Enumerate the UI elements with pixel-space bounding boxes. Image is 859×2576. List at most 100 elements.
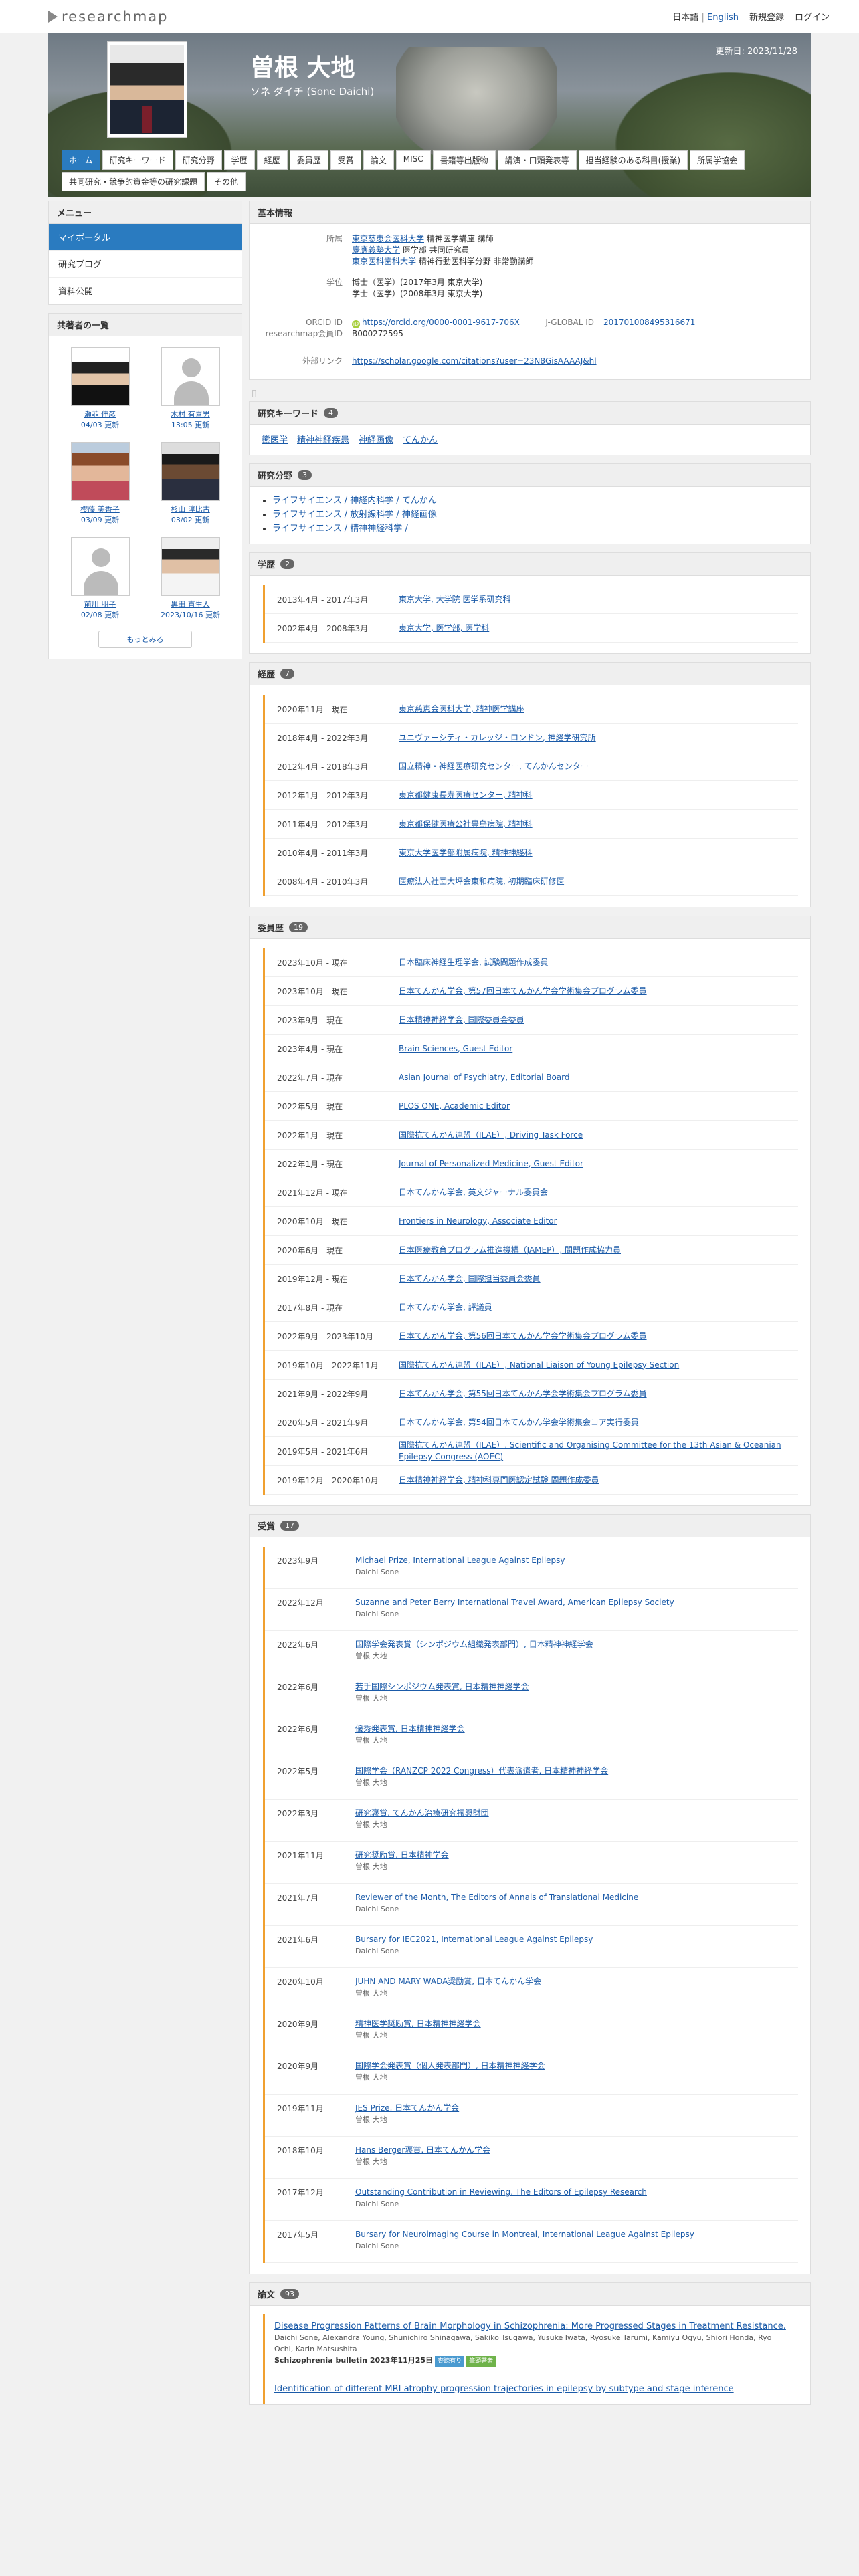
affiliation-org-link[interactable]: 東京医科歯科大学	[352, 257, 416, 266]
coauthor-name[interactable]: 前川 朋子	[61, 599, 139, 609]
coauthor-name[interactable]: 木村 有喜男	[151, 409, 229, 419]
tab-14[interactable]: その他	[207, 172, 246, 191]
coauthor-card[interactable]: 杉山 淳比古 03/02 更新	[151, 442, 229, 525]
paper-title-link[interactable]: Disease Progression Patterns of Brain Mo…	[274, 2321, 789, 2332]
field-link[interactable]: ライフサイエンス / 精神神経科学 /	[272, 524, 408, 534]
coauthor-name[interactable]: 瀬韮 伸彦	[61, 409, 139, 419]
affiliation-org-link[interactable]: 慶應義塾大学	[352, 245, 400, 255]
lang-ja-link[interactable]: 日本語	[672, 13, 698, 23]
field-link[interactable]: ライフサイエンス / 放射線科学 / 神経画像	[272, 510, 437, 520]
tab-12[interactable]: 所属学協会	[690, 150, 745, 170]
affiliation-org-link[interactable]: 東京慈恵会医科大学	[352, 234, 424, 243]
awards-link[interactable]: Bursary for IEC2021, International Leagu…	[355, 1934, 791, 1945]
keyword-link[interactable]: 神経画像	[359, 433, 393, 445]
committee-link[interactable]: 日本てんかん学会, 英文ジャーナル委員会	[399, 1187, 791, 1198]
tab-0[interactable]: ホーム	[62, 150, 100, 170]
login-link[interactable]: ログイン	[795, 10, 830, 23]
coauthor-avatar[interactable]	[161, 347, 220, 406]
keyword-link[interactable]: 熊医学	[262, 433, 288, 445]
tab-2[interactable]: 研究分野	[175, 150, 222, 170]
committee-link[interactable]: 日本精神神経学会, 国際委員会委員	[399, 1014, 791, 1026]
coauthor-card[interactable]: 木村 有喜男 13:05 更新	[151, 347, 229, 430]
awards-link[interactable]: JES Prize, 日本てんかん学会	[355, 2103, 791, 2114]
coauthor-avatar[interactable]	[70, 537, 130, 596]
coauthor-avatar[interactable]	[70, 442, 130, 501]
coauthor-name[interactable]: 黒田 直生人	[151, 599, 229, 609]
career-link[interactable]: 東京都健康長寿医療センター, 精神科	[399, 790, 791, 801]
awards-link[interactable]: 国際学会（RANZCP 2022 Congress）代表派遣者, 日本精神神経学…	[355, 1765, 791, 1777]
menu-item-2[interactable]: 資料公開	[49, 278, 242, 304]
field-link[interactable]: ライフサイエンス / 神経内科学 / てんかん	[272, 496, 437, 506]
tab-10[interactable]: 講演・口頭発表等	[497, 150, 577, 170]
committee-link[interactable]: 国際抗てんかん連盟（ILAE）, Driving Task Force	[399, 1130, 791, 1141]
logo[interactable]: researchmap	[48, 9, 169, 25]
lang-en-link[interactable]: English	[707, 13, 739, 23]
external-link[interactable]: https://scholar.google.com/citations?use…	[352, 356, 597, 366]
awards-link[interactable]: JUHN AND MARY WADA奨励賞, 日本てんかん学会	[355, 1976, 791, 1988]
awards-link[interactable]: 研究褒賞, てんかん治療研究振興財団	[355, 1808, 791, 1819]
tab-3[interactable]: 学歴	[223, 150, 255, 170]
menu-item-1[interactable]: 研究ブログ	[49, 251, 242, 278]
tab-1[interactable]: 研究キーワード	[102, 150, 173, 170]
education-link[interactable]: 東京大学, 医学部, 医学科	[399, 623, 791, 634]
awards-link[interactable]: 国際学会発表賞（シンポジウム組織発表部門）, 日本精神神経学会	[355, 1639, 791, 1650]
committee-link[interactable]: 日本てんかん学会, 第56回日本てんかん学会学術集会プログラム委員	[399, 1331, 791, 1342]
awards-link[interactable]: 国際学会発表賞（個人発表部門）, 日本精神神経学会	[355, 2060, 791, 2072]
tab-7[interactable]: 論文	[363, 150, 394, 170]
awards-link[interactable]: Outstanding Contribution in Reviewing, T…	[355, 2187, 791, 2198]
awards-link[interactable]: 若手国際シンポジウム発表賞, 日本精神神経学会	[355, 1681, 791, 1693]
awards-link[interactable]: Michael Prize, International League Agai…	[355, 1555, 791, 1566]
awards-link[interactable]: 研究奨励賞, 日本精神学会	[355, 1850, 791, 1861]
tab-13[interactable]: 共同研究・競争的資金等の研究課題	[62, 172, 205, 191]
committee-link[interactable]: Journal of Personalized Medicine, Guest …	[399, 1158, 791, 1170]
awards-link[interactable]: Bursary for Neuroimaging Course in Montr…	[355, 2229, 791, 2240]
committee-link[interactable]: 日本医療教育プログラム推進機構（JAMEP）, 問題作成協力員	[399, 1245, 791, 1256]
committee-link[interactable]: 国際抗てんかん連盟（ILAE）, Scientific and Organisi…	[399, 1440, 791, 1463]
committee-link[interactable]: 日本てんかん学会, 国際担当委員会委員	[399, 1273, 791, 1285]
committee-link[interactable]: Frontiers in Neurology, Associate Editor	[399, 1216, 791, 1227]
committee-link[interactable]: PLOS ONE, Academic Editor	[399, 1101, 791, 1112]
tab-9[interactable]: 書籍等出版物	[432, 150, 496, 170]
tab-4[interactable]: 経歴	[256, 150, 288, 170]
coauthor-name[interactable]: 杉山 淳比古	[151, 504, 229, 514]
awards-link[interactable]: Reviewer of the Month, The Editors of An…	[355, 1892, 791, 1903]
coauthor-card[interactable]: 黒田 直生人 2023/10/16 更新	[151, 537, 229, 620]
coauthor-card[interactable]: 瀬韮 伸彦 04/03 更新	[61, 347, 139, 430]
committee-link[interactable]: 日本てんかん学会, 第57回日本てんかん学会学術集会プログラム委員	[399, 986, 791, 997]
coauthor-avatar[interactable]	[161, 537, 220, 596]
committee-link[interactable]: Asian Journal of Psychiatry, Editorial B…	[399, 1072, 791, 1083]
awards-link[interactable]: Suzanne and Peter Berry International Tr…	[355, 1597, 791, 1608]
keyword-link[interactable]: 精神神経疾患	[297, 433, 349, 445]
committee-link[interactable]: 日本てんかん学会, 第54回日本てんかん学会学術集会コア実行委員	[399, 1417, 791, 1428]
career-link[interactable]: 国立精神・神経医療研究センター, てんかんセンター	[399, 761, 791, 772]
career-link[interactable]: 東京慈恵会医科大学, 精神医学講座	[399, 704, 791, 715]
committee-link[interactable]: 国際抗てんかん連盟（ILAE）, National Liaison of You…	[399, 1360, 791, 1371]
career-link[interactable]: 医療法人社団大坪会東和病院, 初期臨床研修医	[399, 876, 791, 887]
keyword-link[interactable]: てんかん	[403, 433, 438, 445]
awards-link[interactable]: 精神医学奨励賞, 日本精神神経学会	[355, 2018, 791, 2030]
jglobal-link[interactable]: 201701008495316671	[603, 318, 695, 327]
orcid-link[interactable]: https://orcid.org/0000-0001-9617-706X	[362, 318, 520, 327]
tab-8[interactable]: MISC	[395, 150, 431, 170]
committee-link[interactable]: 日本臨床神経生理学会, 試験問題作成委員	[399, 957, 791, 968]
tab-6[interactable]: 受賞	[330, 150, 361, 170]
tab-5[interactable]: 委員歴	[289, 150, 328, 170]
career-link[interactable]: 東京都保健医療公社豊島病院, 精神科	[399, 819, 791, 830]
menu-item-0[interactable]: マイポータル	[49, 224, 242, 251]
committee-link[interactable]: 日本てんかん学会, 第55回日本てんかん学会学術集会プログラム委員	[399, 1388, 791, 1400]
education-link[interactable]: 東京大学, 大学院 医学系研究科	[399, 594, 791, 605]
awards-link[interactable]: Hans Berger褒賞, 日本てんかん学会	[355, 2145, 791, 2156]
coauthor-card[interactable]: 前川 朋子 02/08 更新	[61, 537, 139, 620]
committee-link[interactable]: Brain Sciences, Guest Editor	[399, 1043, 791, 1055]
more-coauthors-button[interactable]: もっとみる	[98, 631, 192, 648]
career-link[interactable]: ユニヴァーシティ・カレッジ・ロンドン, 神経学研究所	[399, 732, 791, 744]
tab-11[interactable]: 担当経験のある科目(授業)	[578, 150, 688, 170]
career-link[interactable]: 東京大学医学部附属病院, 精神神経科	[399, 847, 791, 859]
coauthor-avatar[interactable]	[70, 347, 130, 406]
paper-title-link[interactable]: Identification of different MRI atrophy …	[274, 2383, 789, 2395]
coauthor-card[interactable]: 櫻藤 美香子 03/09 更新	[61, 442, 139, 525]
signup-link[interactable]: 新規登録	[749, 10, 784, 23]
committee-link[interactable]: 日本精神神経学会, 精神科専門医認定試験 問題作成委員	[399, 1475, 791, 1486]
committee-link[interactable]: 日本てんかん学会, 評議員	[399, 1302, 791, 1313]
coauthor-name[interactable]: 櫻藤 美香子	[61, 504, 139, 514]
